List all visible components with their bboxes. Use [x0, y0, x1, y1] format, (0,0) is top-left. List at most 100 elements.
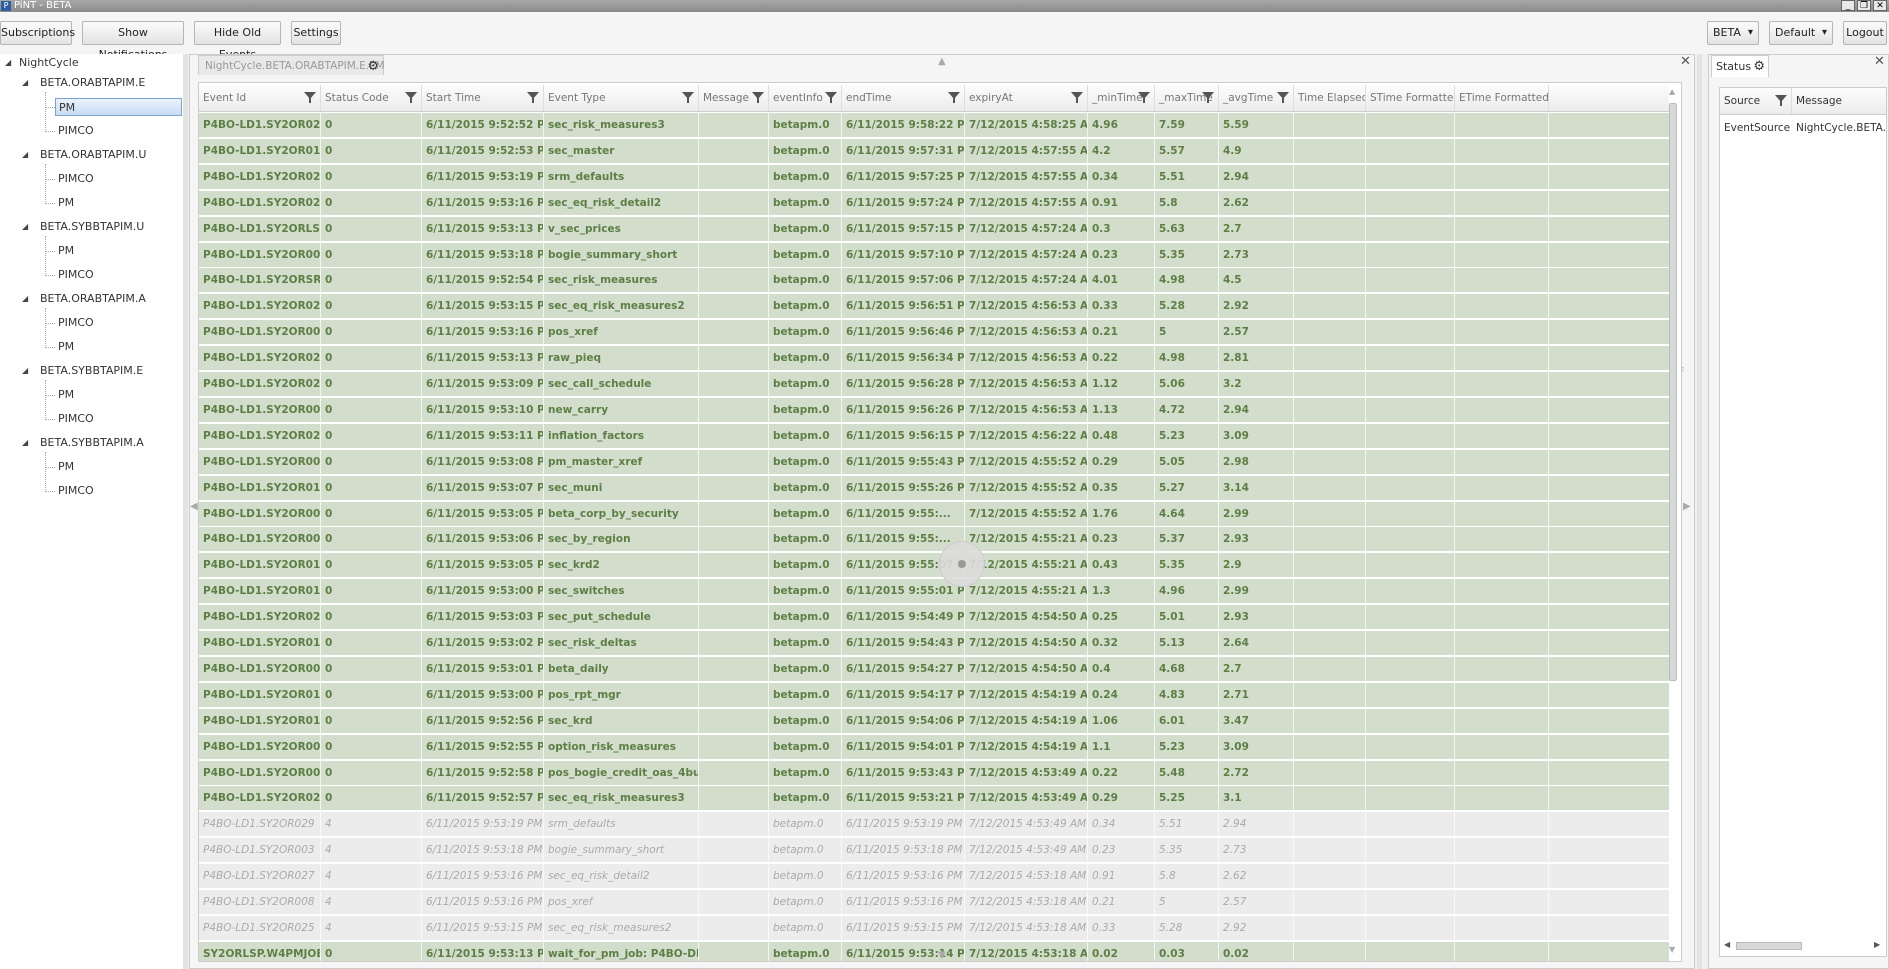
- table-row[interactable]: P4BO-LD1.SY2OR002 0 6/11/2015 9:53:01 PM be…: [199, 656, 1669, 682]
- scroll-right-arrow-icon[interactable]: ▶: [1683, 501, 1691, 512]
- expanded-triangle-icon[interactable]: ◢: [22, 78, 28, 87]
- horizontal-scrollbar[interactable]: ◀ ▶: [1724, 940, 1884, 952]
- scroll-up-icon[interactable]: ▲: [1669, 87, 1675, 96]
- filter-icon[interactable]: [1138, 92, 1150, 103]
- tree-root-nightcycle[interactable]: NightCycle: [19, 54, 79, 72]
- tree-group-2[interactable]: BETA.SYBBTAPIM.U: [40, 218, 144, 236]
- table-row[interactable]: P4BO-LD1.SY2OR024 0 6/11/2015 9:53:13 PM ra…: [199, 346, 1669, 372]
- minimize-icon[interactable]: _: [1841, 0, 1855, 11]
- vertical-scrollbar[interactable]: ▲ ▼: [1668, 87, 1678, 957]
- table-row[interactable]: P4BO-LD1.SY2OR026 0 6/11/2015 9:52:57 PM se…: [199, 786, 1669, 812]
- logout-button[interactable]: Logout: [1843, 21, 1887, 45]
- column-header-event-type[interactable]: Event Type: [544, 85, 699, 111]
- scroll-right-icon[interactable]: ▶: [1874, 940, 1880, 949]
- table-row[interactable]: SY2ORLSP.W4PMJOB 0 6/11/2015 9:53:13 PM wai…: [199, 941, 1669, 961]
- table-row[interactable]: P4BO-LD1.SY2OR027 0 6/11/2015 9:53:16 PM se…: [199, 190, 1669, 216]
- gear-icon[interactable]: ⚙: [1753, 56, 1765, 78]
- table-row[interactable]: P4BO-LD1.SY2OR025 0 6/11/2015 9:53:15 PM se…: [199, 294, 1669, 320]
- table-row[interactable]: P4BO-LD1.SY2OR005 0 6/11/2015 9:52:55 PM op…: [199, 734, 1669, 760]
- scroll-up-arrow-icon[interactable]: ▲: [938, 56, 946, 67]
- expanded-triangle-icon[interactable]: ◢: [22, 438, 28, 447]
- expanded-triangle-icon[interactable]: ◢: [22, 366, 28, 375]
- status-row[interactable]: EventSourceNightCycle.BETA.OI: [1720, 116, 1886, 140]
- column-header-event-id[interactable]: Event Id: [199, 85, 321, 111]
- subscriptions-button[interactable]: Subscriptions: [0, 21, 75, 45]
- environment-select[interactable]: BETA: [1707, 21, 1759, 45]
- left-splitter[interactable]: [183, 54, 188, 969]
- filter-icon[interactable]: [1071, 92, 1083, 103]
- tree-leaf-5-1[interactable]: PIMCO: [58, 482, 94, 500]
- table-row[interactable]: P4BO-LD1.SY2ORSRM 0 6/11/2015 9:52:54 PM se…: [199, 268, 1669, 294]
- table-row[interactable]: P4BO-LD1.SY2OR006 0 6/11/2015 9:53:08 PM pm…: [199, 449, 1669, 475]
- table-row[interactable]: P4BO-LD1.SY2OR007 0 6/11/2015 9:52:58 PM po…: [199, 760, 1669, 786]
- table-row[interactable]: P4BO-LD1.SY2OR029 4 6/11/2015 9:53:19 PM sr…: [199, 812, 1669, 838]
- filter-icon[interactable]: [1277, 92, 1289, 103]
- table-row[interactable]: P4BO-LD1.SY2OR008 0 6/11/2015 9:53:16 PM po…: [199, 320, 1669, 346]
- filter-icon[interactable]: [304, 92, 316, 103]
- tab-nightcycle-pm[interactable]: NightCycle.BETA.ORABTAPIM.E.PM ⚙: [198, 55, 385, 77]
- table-row[interactable]: P4BO-LD1.SY2OR012 0 6/11/2015 9:53:07 PM se…: [199, 475, 1669, 501]
- column-header-message[interactable]: Message: [699, 85, 769, 111]
- hscroll-thumb[interactable]: [1736, 942, 1802, 950]
- table-row[interactable]: P4BO-LD1.SY2OR027 4 6/11/2015 9:53:16 PM se…: [199, 864, 1669, 890]
- tree-group-0[interactable]: BETA.ORABTAPIM.E: [40, 74, 145, 92]
- table-row[interactable]: P4BO-LD1.SY2OR003 4 6/11/2015 9:53:18 PM bo…: [199, 838, 1669, 864]
- tree-group-5[interactable]: BETA.SYBBTAPIM.A: [40, 434, 144, 452]
- column-header-start-time[interactable]: Start Time: [422, 85, 544, 111]
- column-header-mintime[interactable]: _minTime: [1088, 85, 1155, 111]
- profile-select[interactable]: Default: [1769, 21, 1833, 45]
- close-tab-icon[interactable]: ✕: [1680, 54, 1691, 69]
- scroll-left-arrow-icon[interactable]: ◀: [190, 501, 198, 512]
- column-header-maxtime[interactable]: _maxTime: [1155, 85, 1219, 111]
- expanded-triangle-icon[interactable]: ◢: [22, 222, 28, 231]
- status-column-message[interactable]: Message: [1792, 88, 1886, 114]
- column-header-expiryat[interactable]: expiryAt: [965, 85, 1088, 111]
- tree-leaf-0-1[interactable]: PIMCO: [58, 122, 94, 140]
- filter-icon[interactable]: [948, 92, 960, 103]
- table-row[interactable]: P4BO-LD1.SY2OR017 0 6/11/2015 9:53:00 PM se…: [199, 579, 1669, 605]
- scrollbar-thumb[interactable]: [1669, 103, 1677, 681]
- column-header-status-code[interactable]: Status Code: [321, 85, 422, 111]
- tree-leaf-4-1[interactable]: PIMCO: [58, 410, 94, 428]
- column-header-eventinfo[interactable]: eventInfo: [769, 85, 842, 111]
- filter-icon[interactable]: [405, 92, 417, 103]
- table-row[interactable]: P4BO-LD1.SY2OR029 0 6/11/2015 9:53:19 PM sr…: [199, 164, 1669, 190]
- table-row[interactable]: P4BO-LD1.SY2OR019 0 6/11/2015 9:53:00 PM po…: [199, 682, 1669, 708]
- filter-icon[interactable]: [825, 92, 837, 103]
- tree-leaf-2-1[interactable]: PIMCO: [58, 266, 94, 284]
- column-header-avgtime[interactable]: _avgTime: [1219, 85, 1294, 111]
- scroll-left-icon[interactable]: ◀: [1724, 940, 1730, 949]
- table-row[interactable]: P4BO-LD1.SY2OR020 0 6/11/2015 9:53:09 PM se…: [199, 372, 1669, 397]
- table-row[interactable]: P4BO-LD1.SY2OR004 0 6/11/2015 9:53:10 PM ne…: [199, 397, 1669, 423]
- tree-leaf-1-0[interactable]: PIMCO: [58, 170, 94, 188]
- column-header-stime-formatted[interactable]: STime Formatted: [1366, 85, 1455, 111]
- column-header-time-elapsed[interactable]: Time Elapsed: [1294, 85, 1366, 111]
- table-row[interactable]: P4BO-LD1.SY2OR022 0 6/11/2015 9:53:11 PM in…: [199, 423, 1669, 449]
- restore-icon[interactable]: ❐: [1857, 0, 1871, 11]
- close-status-icon[interactable]: ✕: [1874, 54, 1885, 69]
- scroll-down-icon[interactable]: ▼: [1669, 945, 1675, 954]
- expanded-triangle-icon[interactable]: ◢: [22, 150, 28, 159]
- right-splitter[interactable]: [1697, 54, 1702, 969]
- table-row[interactable]: P4BO-LD1.SY2OR025 4 6/11/2015 9:53:15 PM se…: [199, 915, 1669, 941]
- tree-leaf-2-0[interactable]: PM: [58, 242, 74, 260]
- status-column-source[interactable]: Source: [1720, 88, 1792, 114]
- tree-leaf-5-0[interactable]: PM: [58, 458, 74, 476]
- table-row[interactable]: P4BO-LD1.SY2ORLSP 0 6/11/2015 9:53:13 PM v_…: [199, 216, 1669, 242]
- settings-button[interactable]: Settings: [291, 21, 341, 45]
- scroll-down-arrow-icon[interactable]: ▼: [938, 950, 946, 961]
- tree-leaf-0-0[interactable]: PM: [55, 98, 182, 116]
- expanded-triangle-icon[interactable]: ◢: [22, 294, 28, 303]
- column-header-endtime[interactable]: endTime: [842, 85, 965, 111]
- tab-status[interactable]: Status ⚙: [1711, 55, 1769, 77]
- table-row[interactable]: P4BO-LD1.SY2OR011 0 6/11/2015 9:53:05 PM se…: [199, 553, 1669, 579]
- close-icon[interactable]: ✕: [1873, 0, 1887, 11]
- expanded-triangle-icon[interactable]: ◢: [5, 58, 11, 67]
- table-row[interactable]: P4BO-LD1.SY2OR028 0 6/11/2015 9:52:52 PM se…: [199, 113, 1669, 138]
- filter-icon[interactable]: [682, 92, 694, 103]
- tree-leaf-3-1[interactable]: PM: [58, 338, 74, 356]
- filter-icon[interactable]: [1202, 92, 1214, 103]
- hide-old-events-button[interactable]: Hide Old Events: [194, 21, 281, 61]
- gear-icon[interactable]: ⚙: [367, 57, 379, 77]
- table-row[interactable]: P4BO-LD1.SY2OR001 0 6/11/2015 9:53:05 PM be…: [199, 501, 1669, 527]
